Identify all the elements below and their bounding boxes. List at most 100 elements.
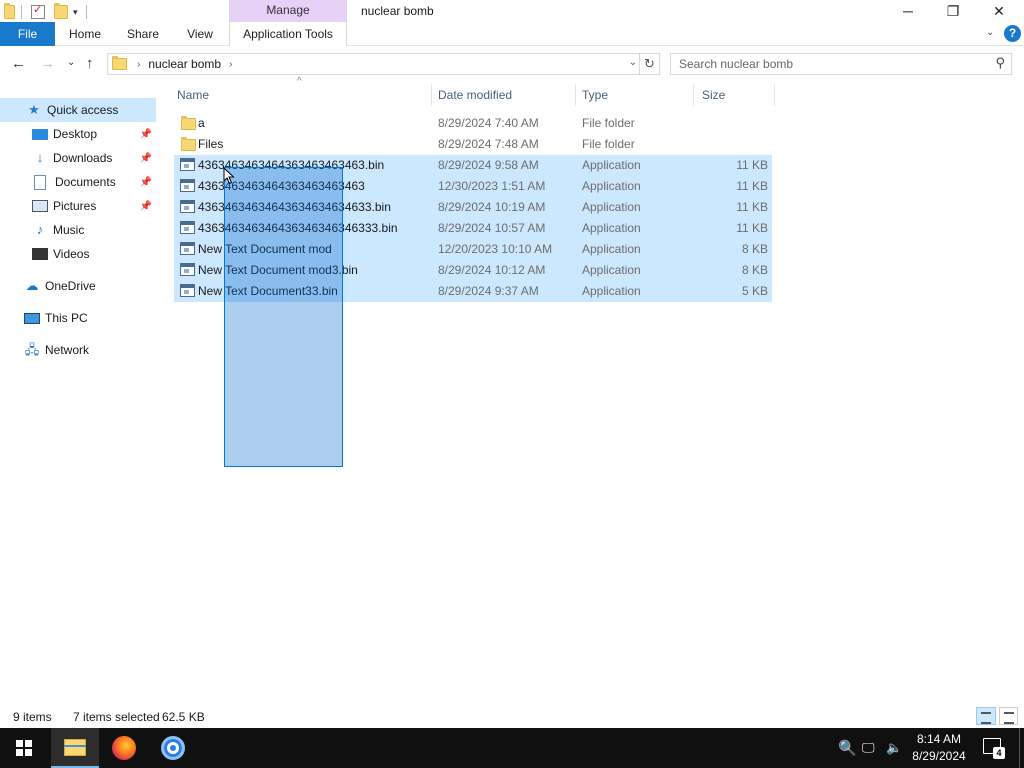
tab-view[interactable]: View	[179, 22, 221, 46]
application-icon	[180, 221, 195, 234]
clock-time: 8:14 AM	[916, 732, 962, 746]
application-icon	[180, 200, 195, 213]
toolbar-divider	[21, 5, 22, 19]
file-size: 11 KB	[736, 221, 768, 235]
breadcrumb-separator-icon[interactable]: ›	[137, 59, 140, 70]
system-clock[interactable]: 8:14 AM 8/29/2024	[906, 731, 972, 765]
pictures-icon	[32, 200, 48, 212]
show-desktop-button[interactable]	[1019, 728, 1020, 768]
details-view-icon[interactable]	[976, 707, 996, 725]
tab-application-tools[interactable]: Application Tools	[229, 22, 347, 46]
properties-icon[interactable]	[31, 3, 45, 19]
large-icons-view-icon[interactable]	[999, 707, 1018, 725]
file-explorer-icon[interactable]	[51, 728, 99, 768]
address-dropdown-chevron-icon[interactable]: ⌄	[629, 57, 637, 68]
application-icon	[180, 179, 195, 192]
sidebar-item-quick-access[interactable]: ★ Quick access	[0, 98, 156, 122]
search-input[interactable]: Search nuclear bomb ⚲	[670, 53, 1012, 75]
file-date: 8/29/2024 10:57 AM	[438, 221, 546, 235]
file-row[interactable]: Files 8/29/2024 7:48 AM File folder	[174, 134, 772, 155]
file-size: 8 KB	[741, 263, 768, 277]
file-date: 8/29/2024 10:12 AM	[438, 263, 546, 277]
tab-share[interactable]: Share	[121, 22, 165, 46]
sidebar-item-label: Network	[45, 343, 90, 357]
navigation-bar: ← → ⌄ ↑ › nuclear bomb › ⌄ ↻ Search nucl…	[0, 50, 1024, 78]
up-arrow-icon[interactable]: ↑	[86, 55, 94, 72]
firefox-icon[interactable]	[100, 728, 148, 768]
file-date: 8/29/2024 9:37 AM	[438, 284, 539, 298]
maximize-button[interactable]: ❐	[930, 0, 976, 22]
sidebar-item-network[interactable]: 🖧 Network	[0, 338, 156, 362]
sidebar-item-label: Pictures	[53, 199, 97, 213]
volume-muted-icon[interactable]: 🔈	[886, 728, 902, 768]
file-type: Application	[582, 221, 641, 235]
file-name: a	[198, 116, 205, 130]
sidebar-item-downloads[interactable]: ↓ Downloads 📌	[0, 146, 156, 170]
application-icon	[180, 263, 195, 276]
file-size: 11 KB	[736, 179, 768, 193]
refresh-icon[interactable]: ↻	[640, 53, 660, 75]
expand-ribbon-chevron-icon[interactable]: ⌄	[986, 27, 994, 38]
pin-icon: 📌	[139, 176, 152, 188]
column-header-name[interactable]: Name	[173, 84, 432, 106]
close-button[interactable]: ✕	[976, 0, 1022, 22]
file-type: Application	[582, 263, 641, 277]
file-type: File folder	[582, 116, 635, 130]
sidebar-item-music[interactable]: ♪ Music	[0, 218, 156, 242]
recent-locations-chevron-icon[interactable]: ⌄	[67, 57, 75, 68]
sidebar-item-documents[interactable]: Documents 📌	[0, 170, 156, 194]
application-icon	[180, 284, 195, 297]
column-header-date-modified[interactable]: Date modified	[434, 84, 576, 106]
quick-access-toolbar: ▾	[0, 2, 87, 22]
manage-context-tab[interactable]: Manage	[229, 0, 347, 22]
computer-icon	[24, 312, 40, 324]
file-row[interactable]: a 8/29/2024 7:40 AM File folder	[174, 113, 772, 134]
document-icon	[34, 174, 46, 190]
sidebar-item-label: Desktop	[53, 127, 98, 141]
toolbar-divider	[85, 5, 87, 19]
sidebar-item-videos[interactable]: Videos	[0, 242, 156, 266]
column-header-size[interactable]: Size	[698, 84, 775, 106]
selection-size: 62.5 KB	[162, 710, 205, 724]
file-date: 8/29/2024 10:19 AM	[438, 200, 546, 214]
address-bar[interactable]: › nuclear bomb › ⌄	[107, 53, 640, 75]
sidebar-item-label: Videos	[53, 247, 90, 261]
file-type: Application	[582, 158, 641, 172]
desktop-icon	[32, 129, 48, 140]
pin-icon: 📌	[139, 152, 152, 164]
sidebar-item-desktop[interactable]: Desktop 📌	[0, 122, 156, 146]
ribbon-tabs: File Home Share View Application Tools ⌄…	[0, 22, 1024, 46]
sidebar-item-pictures[interactable]: Pictures 📌	[0, 194, 156, 218]
tab-file[interactable]: File	[0, 22, 55, 46]
breadcrumb-segment[interactable]: nuclear bomb	[148, 57, 221, 71]
file-type: Application	[582, 284, 641, 298]
help-icon[interactable]: ?	[1004, 25, 1021, 42]
cloud-icon: ☁	[25, 278, 39, 293]
customize-toolbar-chevron-icon[interactable]: ▾	[73, 7, 78, 18]
sidebar-item-onedrive[interactable]: ☁ OneDrive	[0, 274, 156, 298]
forward-arrow-icon[interactable]: →	[40, 55, 55, 72]
windows-start-icon[interactable]	[0, 728, 48, 768]
folder-icon[interactable]	[4, 3, 15, 19]
new-folder-icon[interactable]	[54, 3, 68, 19]
chrome-icon[interactable]	[149, 728, 197, 768]
network-status-icon[interactable]: 🖵	[862, 728, 875, 768]
folder-icon	[112, 56, 127, 70]
title-bar: ▾ Manage nuclear bomb ─ ❐ ✕	[0, 0, 1024, 22]
column-header-type[interactable]: Type	[578, 84, 694, 106]
search-icon[interactable]: ⚲	[995, 55, 1005, 71]
sidebar-item-label: Music	[53, 223, 85, 237]
back-arrow-icon[interactable]: ←	[11, 55, 26, 72]
pin-icon: 📌	[139, 200, 152, 212]
sidebar-item-this-pc[interactable]: This PC	[0, 306, 156, 330]
tab-home[interactable]: Home	[62, 22, 108, 46]
file-name: Files	[198, 137, 224, 151]
file-date: 12/30/2023 1:51 AM	[438, 179, 546, 193]
search-key-icon[interactable]: 🔍	[838, 728, 857, 768]
breadcrumb-chevron-icon[interactable]: ›	[229, 59, 232, 70]
file-size: 8 KB	[741, 242, 768, 256]
file-date: 8/29/2024 7:40 AM	[438, 116, 539, 130]
folder-icon	[181, 137, 196, 151]
minimize-button[interactable]: ─	[885, 0, 931, 22]
mouse-cursor-icon	[223, 167, 235, 185]
